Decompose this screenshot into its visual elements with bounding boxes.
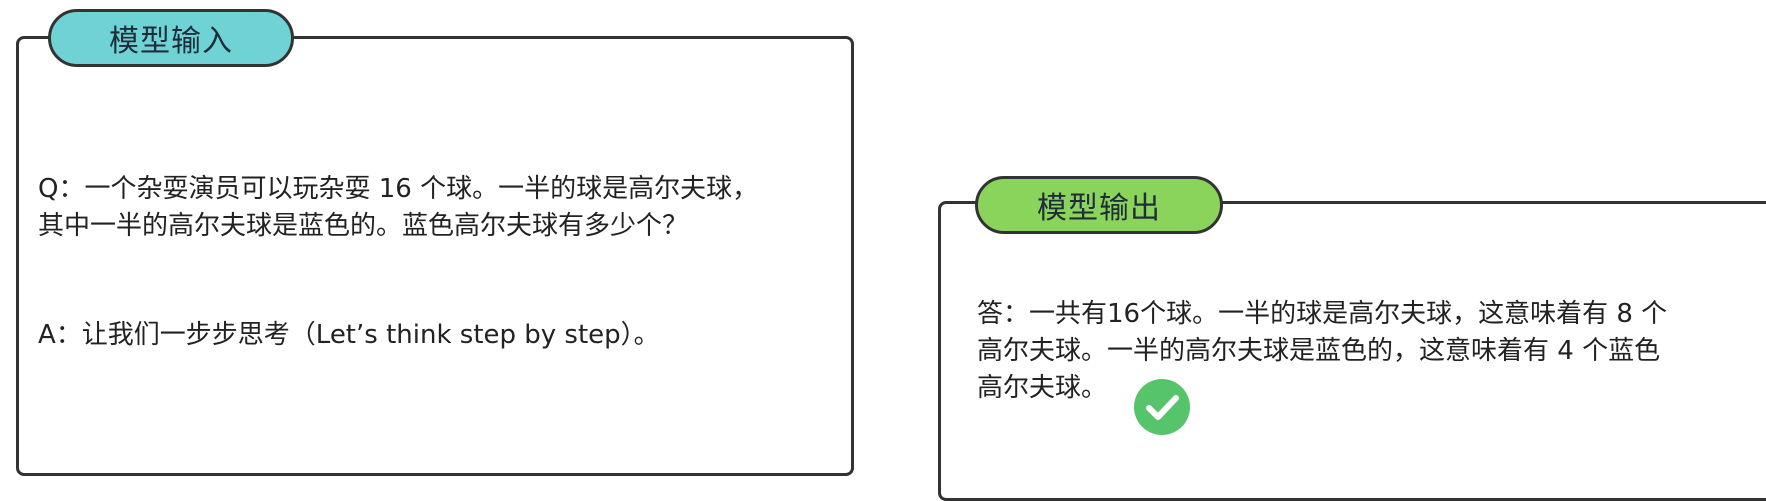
output-answer-text: 答：一共有16个球。一半的球是高尔夫球，这意味着有 8 个 高尔夫球。一半的高尔… bbox=[977, 296, 1667, 407]
check-circle-icon bbox=[1134, 379, 1190, 435]
output-answer-line: 高尔夫球。一半的高尔夫球是蓝色的，这意味着有 4 个蓝色 bbox=[977, 336, 1661, 366]
question-text: Q：一个杂耍演员可以玩杂耍 16 个球。一半的球是高尔夫球， 其中一半的高尔夫球… bbox=[38, 171, 758, 245]
output-answer-line: 答：一共有16个球。一半的球是高尔夫球，这意味着有 8 个 bbox=[977, 299, 1668, 329]
question-line: Q：一个杂耍演员可以玩杂耍 16 个球。一半的球是高尔夫球， bbox=[38, 174, 759, 204]
answer-prompt-text: A：让我们一步步思考（Let’s think step by step）。 bbox=[38, 320, 660, 350]
output-answer-line: 高尔夫球。 bbox=[977, 373, 1108, 403]
question-line: 其中一半的高尔夫球是蓝色的。蓝色高尔夫球有多少个？ bbox=[38, 211, 689, 241]
output-panel-tag: 模型输出 bbox=[975, 176, 1223, 234]
input-panel bbox=[16, 36, 854, 476]
input-panel-tag: 模型输入 bbox=[48, 9, 294, 67]
